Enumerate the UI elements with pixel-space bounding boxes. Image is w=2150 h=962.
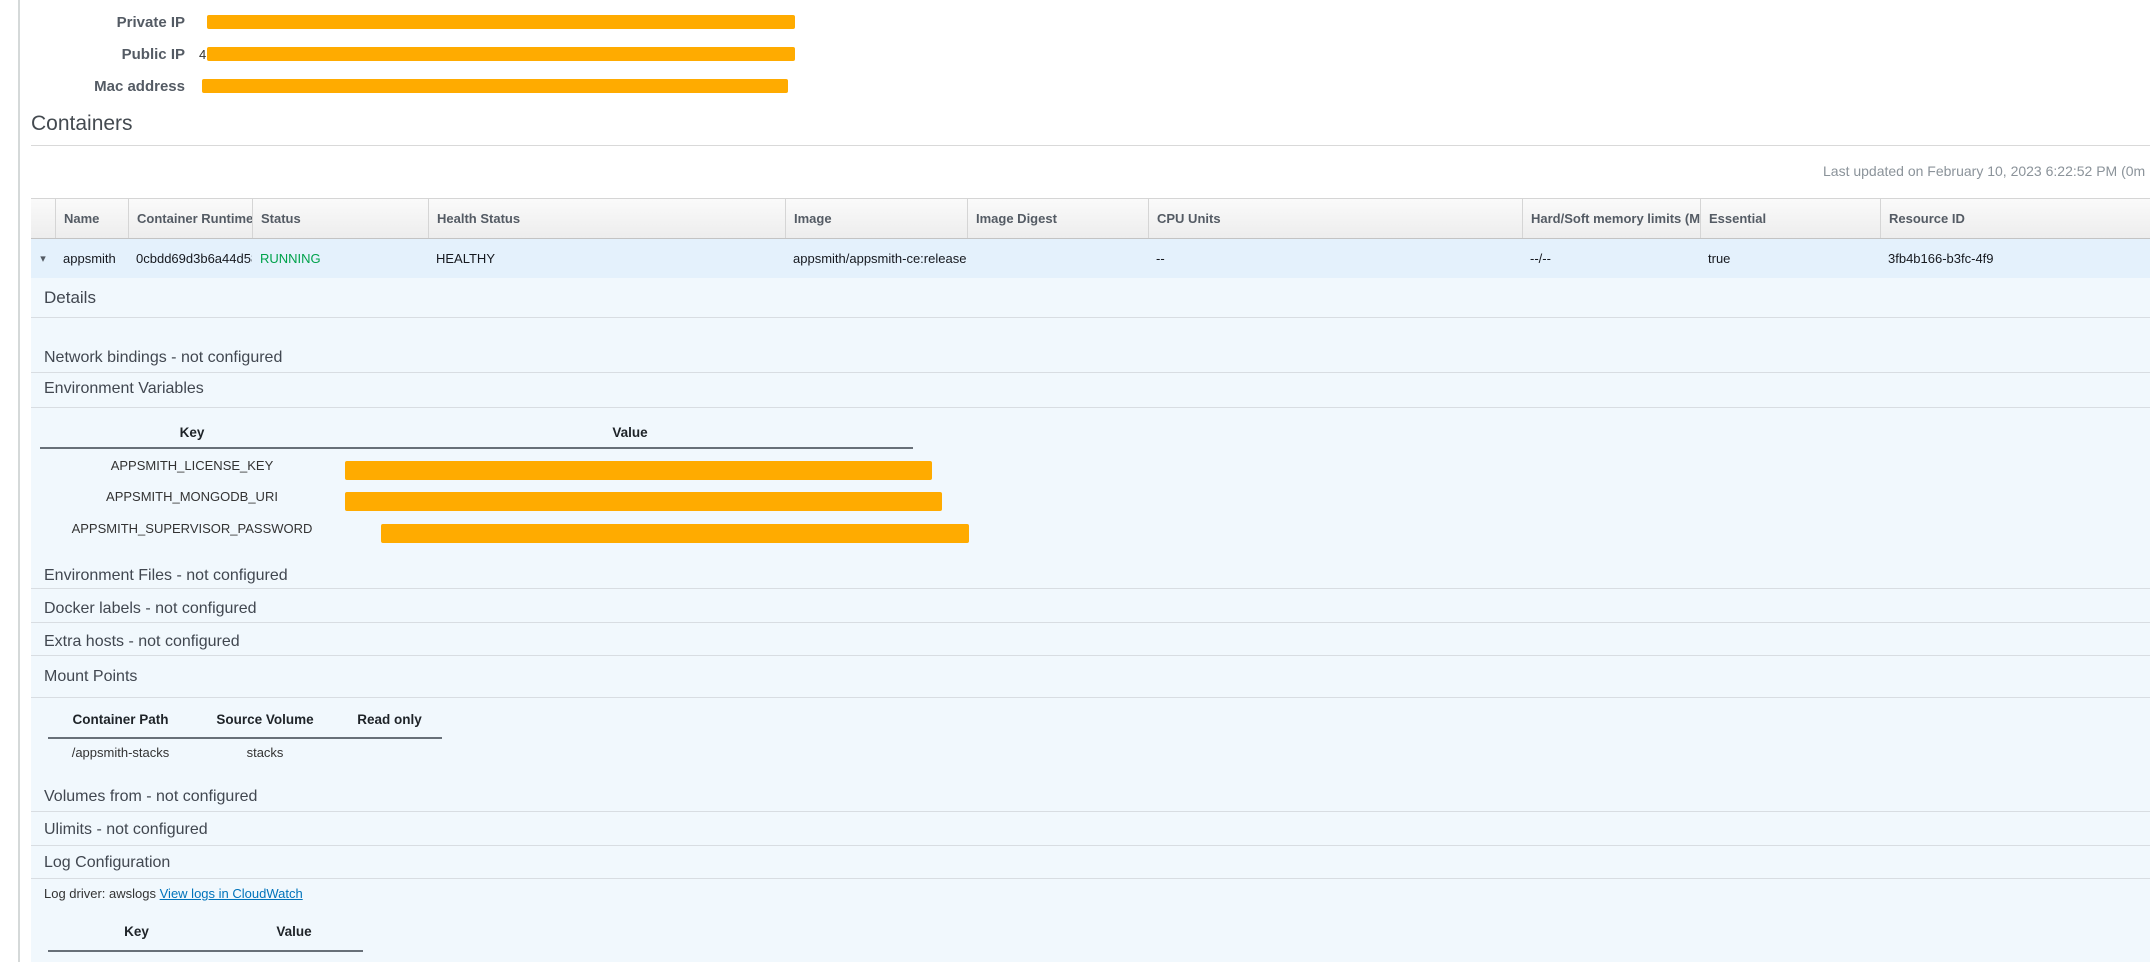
container-name-cell: appsmith (55, 239, 128, 278)
containers-table-header: Name Container Runtime I... Status Healt… (31, 198, 2150, 239)
mac-address-label: Mac address (31, 78, 185, 95)
env-key-mongodb: APPSMITH_MONGODB_URI (39, 489, 345, 504)
mount-points-heading: Mount Points (44, 668, 137, 686)
extra-hosts-heading: Extra hosts - not configured (44, 633, 240, 651)
mac-address-redaction-bar (202, 79, 788, 93)
env-value-supervisor-redaction-bar (381, 524, 969, 543)
mount-container-path-header: Container Path (48, 712, 193, 727)
container-memory-limits-cell: --/-- (1522, 239, 1700, 278)
mount-source-volume-header: Source Volume (193, 712, 337, 727)
column-header-cpu-units: CPU Units (1148, 199, 1522, 238)
container-resource-id-cell: 3fb4b166-b3fc-4f9 (1880, 239, 2150, 278)
column-header-image-digest: Image Digest (967, 199, 1148, 238)
details-title: Details (44, 288, 96, 308)
env-value-mongodb-redaction-bar (345, 492, 942, 511)
mount-table-header-rule (48, 737, 442, 739)
env-value-license-redaction-bar (345, 461, 932, 480)
column-header-resource-id: Resource ID (1880, 199, 2150, 238)
container-details-panel: Details Network bindings - not configure… (31, 278, 2150, 962)
network-bindings-divider (31, 372, 2150, 373)
view-logs-cloudwatch-link[interactable]: View logs in CloudWatch (160, 886, 303, 901)
docker-labels-divider (31, 622, 2150, 623)
mount-container-path-cell: /appsmith-stacks (48, 745, 193, 760)
last-updated-text: Last updated on February 10, 2023 6:22:5… (1823, 163, 2145, 179)
log-driver-line: Log driver: awslogs View logs in CloudWa… (44, 886, 303, 901)
environment-files-divider (31, 588, 2150, 589)
public-ip-redaction-bar (207, 47, 795, 61)
log-options-value-header: Value (225, 924, 363, 939)
field-private-ip: Private IP (31, 8, 795, 36)
env-key-supervisor-password: APPSMITH_SUPERVISOR_PASSWORD (39, 521, 345, 536)
container-cpu-units-cell: -- (1148, 239, 1522, 278)
env-table-header-rule (40, 447, 913, 449)
mount-read-only-header: Read only (337, 712, 442, 727)
extra-hosts-divider (31, 655, 2150, 656)
log-configuration-divider (31, 878, 2150, 879)
public-ip-label: Public IP (31, 46, 185, 63)
private-ip-label: Private IP (31, 14, 185, 31)
column-header-memory-limits: Hard/Soft memory limits (MiB) ... (1522, 199, 1700, 238)
log-configuration-heading: Log Configuration (44, 854, 170, 872)
environment-variables-divider (31, 407, 2150, 408)
container-status-cell: RUNNING (252, 239, 428, 278)
container-runtime-id-cell: 0cbdd69d3b6a44d58... (128, 239, 252, 278)
public-ip-partial-text: 4 (199, 47, 206, 62)
container-row-appsmith[interactable]: ▾ appsmith 0cbdd69d3b6a44d58... RUNNING … (31, 239, 2150, 278)
field-mac-address: Mac address (31, 72, 788, 100)
column-header-health-status: Health Status (428, 199, 785, 238)
env-key-license: APPSMITH_LICENSE_KEY (39, 458, 345, 473)
container-health-status-cell: HEALTHY (428, 239, 785, 278)
container-essential-cell: true (1700, 239, 1880, 278)
column-header-runtime-id: Container Runtime I... (128, 199, 252, 238)
environment-files-heading: Environment Files - not configured (44, 567, 288, 585)
containers-table: Name Container Runtime I... Status Healt… (31, 198, 2150, 278)
column-header-essential: Essential (1700, 199, 1880, 238)
log-options-key-header: Key (48, 924, 225, 939)
docker-labels-heading: Docker labels - not configured (44, 600, 257, 618)
column-header-status: Status (252, 199, 428, 238)
panel-left-border (18, 0, 20, 962)
env-value-header: Value (345, 425, 915, 440)
mount-points-divider (31, 697, 2150, 698)
ulimits-heading: Ulimits - not configured (44, 821, 208, 839)
private-ip-redaction-bar (207, 15, 795, 29)
log-driver-text: Log driver: awslogs (44, 886, 156, 901)
details-divider (31, 317, 2150, 318)
column-header-image: Image (785, 199, 967, 238)
field-public-ip: Public IP 4 (31, 40, 795, 68)
container-image-digest-cell (967, 239, 1148, 278)
containers-section-title: Containers (31, 112, 133, 136)
environment-variables-heading: Environment Variables (44, 380, 204, 398)
ecs-container-details-screen: Private IP Public IP 4 Mac address Conta… (0, 0, 2150, 962)
container-image-cell: appsmith/appsmith-ce:release (785, 239, 967, 278)
mount-source-volume-cell: stacks (193, 745, 337, 760)
ulimits-divider (31, 845, 2150, 846)
collapse-row-icon[interactable]: ▾ (40, 252, 46, 265)
column-header-name: Name (55, 199, 128, 238)
network-bindings-heading: Network bindings - not configured (44, 349, 282, 367)
volumes-from-divider (31, 811, 2150, 812)
log-options-header-rule (48, 950, 363, 952)
expand-column-header (31, 199, 55, 238)
env-key-header: Key (39, 425, 345, 440)
containers-title-divider (31, 145, 2150, 146)
volumes-from-heading: Volumes from - not configured (44, 788, 257, 806)
